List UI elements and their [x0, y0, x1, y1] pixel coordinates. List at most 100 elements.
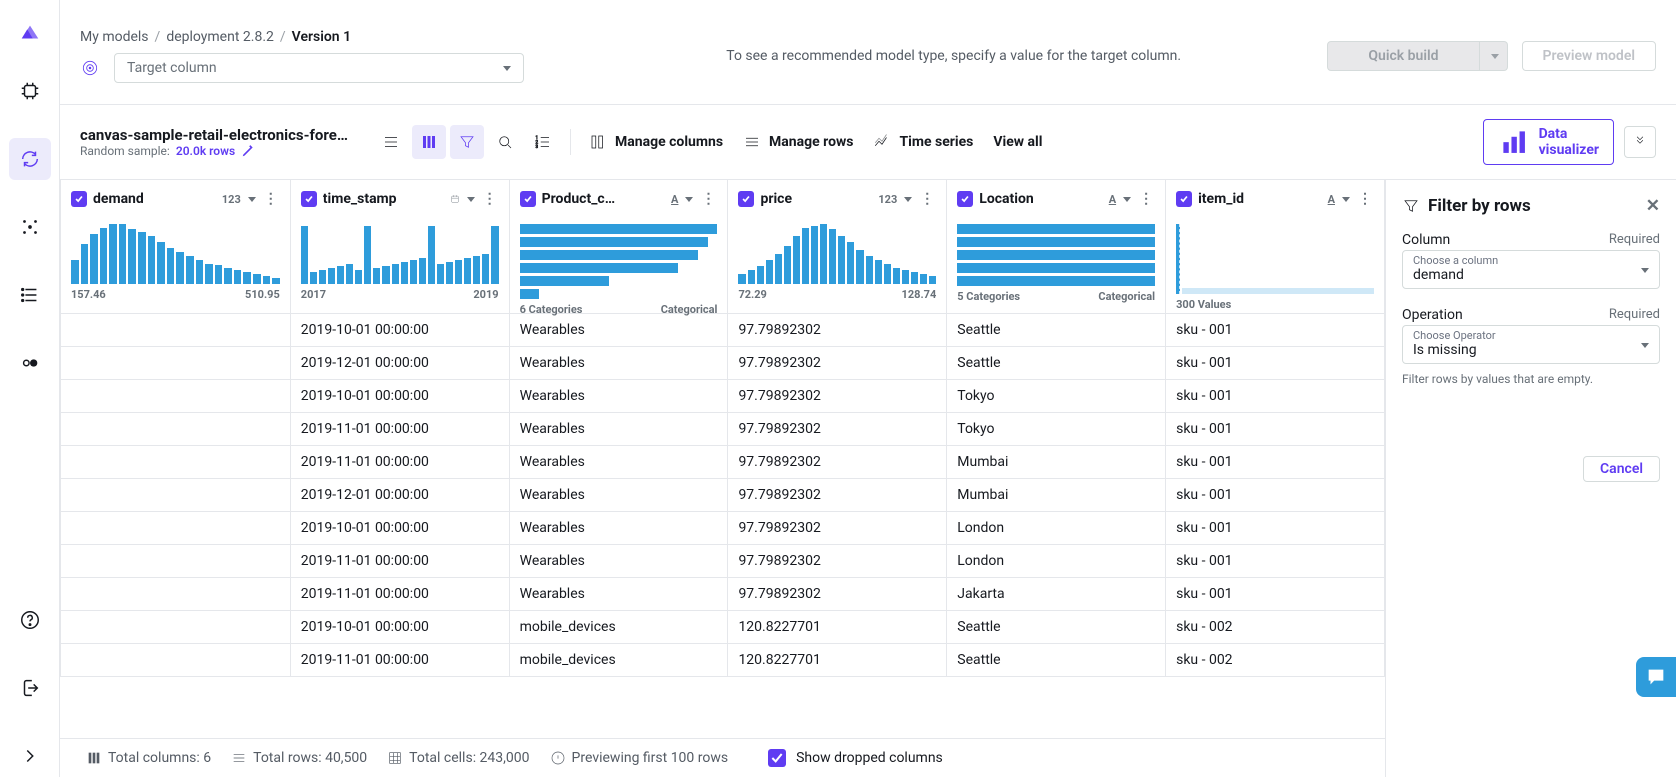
cell: Wearables — [509, 446, 728, 479]
column-menu-icon[interactable]: ⋮ — [918, 191, 936, 207]
nav-help-icon[interactable] — [9, 599, 51, 641]
breadcrumb-deployment[interactable]: deployment 2.8.2 — [166, 29, 274, 45]
column-type-selector[interactable]: A — [1328, 193, 1350, 206]
axis-max: Categorical — [661, 303, 718, 316]
view-all-button[interactable]: View all — [985, 134, 1050, 150]
cell: 97.79892302 — [728, 380, 947, 413]
filter-operation-required: Required — [1609, 307, 1660, 323]
preview-model-button[interactable]: Preview model — [1522, 41, 1656, 71]
cell: 2019-12-01 00:00:00 — [290, 479, 509, 512]
manage-columns-button[interactable]: Manage columns — [581, 133, 731, 151]
cell: sku - 002 — [1166, 611, 1385, 644]
column-type-selector[interactable]: 123 — [878, 193, 912, 206]
nav-expand-icon[interactable] — [9, 735, 51, 777]
table-row[interactable]: 2019-11-01 00:00:00Wearables97.79892302L… — [61, 545, 1385, 578]
view-columns-icon[interactable] — [412, 125, 446, 159]
column-type-selector[interactable]: A — [671, 193, 693, 206]
time-series-button[interactable]: Time series — [865, 133, 981, 151]
column-menu-icon[interactable]: ⋮ — [481, 191, 499, 207]
numbered-list-icon[interactable]: 123 — [526, 125, 560, 159]
column-checkbox[interactable] — [1176, 191, 1192, 207]
caret-down-icon — [1637, 337, 1649, 353]
nav-list-icon[interactable] — [9, 274, 51, 316]
search-icon[interactable] — [488, 125, 522, 159]
nav-lifecycle-icon[interactable] — [9, 138, 51, 180]
close-icon[interactable]: ✕ — [1646, 196, 1660, 216]
column-type-selector[interactable] — [450, 194, 475, 204]
cell: 120.8227701 — [728, 611, 947, 644]
cell: Tokyo — [947, 413, 1166, 446]
data-grid-area: demand123⋮157.46510.95time_stamp⋮2017201… — [60, 180, 1386, 777]
table-row[interactable]: 2019-11-01 00:00:00Wearables97.79892302M… — [61, 446, 1385, 479]
table-row[interactable]: 2019-11-01 00:00:00Wearables97.79892302J… — [61, 578, 1385, 611]
column-checkbox[interactable] — [520, 191, 536, 207]
cell: 2019-10-01 00:00:00 — [290, 314, 509, 347]
footer-preview-note: Previewing first 100 rows — [572, 750, 729, 766]
quick-build-caret[interactable] — [1480, 41, 1508, 71]
data-visualizer-button[interactable]: Data visualizer — [1483, 119, 1614, 165]
column-menu-icon[interactable]: ⋮ — [262, 191, 280, 207]
column-checkbox[interactable] — [301, 191, 317, 207]
column-header: price123⋮72.29128.74 — [728, 180, 947, 314]
target-column-select[interactable]: Target column — [114, 53, 524, 83]
view-list-icon[interactable] — [374, 125, 408, 159]
column-header: demand123⋮157.46510.95 — [61, 180, 291, 314]
sample-label: Random sample: — [80, 144, 170, 158]
nav-scatter-icon[interactable] — [9, 206, 51, 248]
column-menu-icon[interactable]: ⋮ — [1137, 191, 1155, 207]
cancel-button[interactable]: Cancel — [1583, 456, 1660, 482]
cell: 2019-11-01 00:00:00 — [290, 644, 509, 677]
show-dropped-checkbox[interactable] — [768, 749, 786, 767]
cell: sku - 001 — [1166, 314, 1385, 347]
cell: London — [947, 545, 1166, 578]
cell: 97.79892302 — [728, 347, 947, 380]
cell: 2019-10-01 00:00:00 — [290, 512, 509, 545]
column-name: demand — [93, 191, 216, 207]
manage-rows-button[interactable]: Manage rows — [735, 133, 861, 151]
axis-min: 72.29 — [738, 288, 766, 301]
table-row[interactable]: 2019-10-01 00:00:00Wearables97.79892302T… — [61, 380, 1385, 413]
breadcrumb-version[interactable]: Version 1 — [292, 29, 351, 45]
table-row[interactable]: 2019-10-01 00:00:00Wearables97.79892302L… — [61, 512, 1385, 545]
axis-min: 300 Values — [1176, 298, 1231, 311]
cell: sku - 002 — [1166, 644, 1385, 677]
nav-chip-icon[interactable] — [9, 70, 51, 112]
nav-toggle-icon[interactable] — [9, 342, 51, 384]
cell: Wearables — [509, 413, 728, 446]
quick-build-button[interactable]: Quick build — [1327, 41, 1479, 71]
filter-column-select[interactable]: Choose a column demand — [1402, 250, 1660, 289]
axis-min: 5 Categories — [957, 290, 1020, 303]
column-checkbox[interactable] — [738, 191, 754, 207]
main-area: My models / deployment 2.8.2 / Version 1… — [60, 0, 1676, 777]
filter-icon[interactable] — [450, 125, 484, 159]
quick-build-split-button[interactable]: Quick build — [1327, 41, 1507, 71]
chat-fab[interactable] — [1636, 657, 1676, 697]
column-checkbox[interactable] — [71, 191, 87, 207]
breadcrumb: My models / deployment 2.8.2 / Version 1 — [80, 29, 580, 45]
column-type-selector[interactable]: 123 — [222, 193, 256, 206]
column-checkbox[interactable] — [957, 191, 973, 207]
filter-operation-select[interactable]: Choose Operator Is missing — [1402, 325, 1660, 364]
pencil-icon[interactable] — [241, 144, 255, 158]
footer-total-columns: Total columns: 6 — [108, 750, 211, 766]
cell — [61, 347, 291, 380]
column-menu-icon[interactable]: ⋮ — [699, 191, 717, 207]
nav-logout-icon[interactable] — [9, 667, 51, 709]
cell — [61, 545, 291, 578]
table-row[interactable]: 2019-10-01 00:00:00mobile_devices120.822… — [61, 611, 1385, 644]
table-row[interactable]: 2019-12-01 00:00:00Wearables97.79892302M… — [61, 479, 1385, 512]
column-menu-icon[interactable]: ⋮ — [1356, 191, 1374, 207]
sample-value-link[interactable]: 20.0k rows — [176, 144, 235, 158]
table-row[interactable]: 2019-11-01 00:00:00Wearables97.79892302T… — [61, 413, 1385, 446]
table-row[interactable]: 2019-11-01 00:00:00mobile_devices120.822… — [61, 644, 1385, 677]
table-row[interactable]: 2019-10-01 00:00:00Wearables97.79892302S… — [61, 314, 1385, 347]
cell: Mumbai — [947, 446, 1166, 479]
left-nav-rail — [0, 0, 60, 777]
table-row[interactable]: 2019-12-01 00:00:00Wearables97.79892302S… — [61, 347, 1385, 380]
expand-chevron-button[interactable] — [1624, 126, 1656, 158]
cell — [61, 611, 291, 644]
column-type-selector[interactable]: A — [1109, 193, 1131, 206]
breadcrumb-my-models[interactable]: My models — [80, 29, 149, 45]
cell: 97.79892302 — [728, 578, 947, 611]
cell: Wearables — [509, 578, 728, 611]
